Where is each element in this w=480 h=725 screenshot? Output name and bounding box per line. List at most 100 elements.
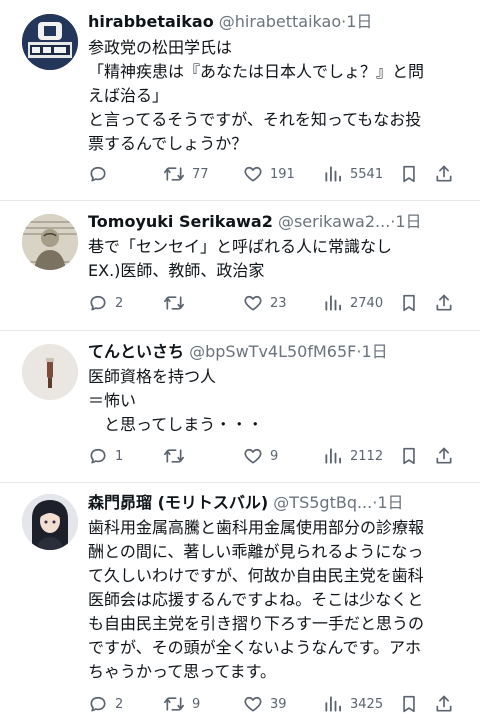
retweet-button[interactable]: 9: [163, 692, 200, 716]
share-icon: [436, 447, 452, 464]
user-handle[interactable]: @serikawa2...: [278, 212, 390, 231]
share-icon: [436, 695, 452, 712]
view-count: 3425: [350, 696, 384, 712]
action-bar: 2 23 2740: [88, 291, 463, 315]
retweet-button[interactable]: [163, 291, 192, 315]
bookmark-icon: [403, 165, 415, 183]
heart-icon: [244, 696, 262, 712]
bookmark-button[interactable]: [400, 162, 418, 186]
reply-count: 2: [115, 696, 124, 712]
share-icon: [436, 294, 452, 311]
tweet-header: てんといさち @bpSwTv4L50fM65F·1日: [88, 340, 462, 364]
action-bar: 2 9 39 3425: [88, 692, 463, 716]
user-handle[interactable]: @bpSwTv4L50fM65F: [189, 342, 356, 361]
display-name[interactable]: hirabbetaikao: [88, 12, 214, 31]
avatar[interactable]: [22, 214, 78, 270]
text-line: ですが、その頭が全くないようなんです。アホ: [88, 638, 421, 657]
views-button[interactable]: 2112: [323, 444, 383, 468]
text-line: 酬との間に、著しい乖離が見られるようになっ: [88, 542, 424, 561]
tweet-header: 森門昴瑠 (モリトスバル) @TS5gtBq...·1日: [88, 491, 462, 515]
display-name[interactable]: Tomoyuki Serikawa2: [88, 212, 273, 231]
tweet-text: 参政党の松田学氏は 「精神疾患は『あなたは日本人でしょ？』と問 えば治る」 と言…: [88, 36, 466, 156]
avatar[interactable]: [22, 344, 78, 400]
tweet-text: 歯科用金属高騰と歯科用金属使用部分の診療報 酬との間に、著しい乖離が見られるよう…: [88, 516, 466, 684]
reply-count: 1: [115, 448, 124, 464]
share-button[interactable]: [434, 692, 454, 716]
reply-button[interactable]: 2: [88, 692, 123, 716]
bookmark-button[interactable]: [400, 291, 418, 315]
like-button[interactable]: 39: [243, 692, 287, 716]
like-button[interactable]: 9: [243, 444, 278, 468]
timestamp[interactable]: 1日: [346, 12, 372, 31]
user-handle[interactable]: @TS5gtBq...: [273, 493, 372, 512]
text-line: 歯科用金属高騰と歯科用金属使用部分の診療報: [88, 518, 425, 537]
bookmark-icon: [403, 695, 415, 713]
timestamp[interactable]: 1日: [361, 342, 387, 361]
text-line: も自由民主党を引き摺り下ろす一手だと思うの: [88, 614, 425, 633]
text-line: えば治る」: [88, 86, 169, 105]
retweet-icon: [163, 697, 184, 711]
like-button[interactable]: 191: [243, 162, 295, 186]
user-handle[interactable]: @hirabettaikao: [219, 12, 341, 31]
reply-button[interactable]: 1: [88, 444, 123, 468]
view-count: 2112: [350, 448, 384, 464]
text-line: て久しいわけですが、何故か自由民主党を歯科: [88, 566, 424, 585]
display-name[interactable]: 森門昴瑠 (モリトスバル): [88, 493, 268, 512]
text-line: 医師会は応援するんですよね。そこは少なくと: [88, 590, 424, 609]
retweet-count: 9: [192, 696, 201, 712]
views-icon: [325, 448, 341, 464]
timeline-feed: hirabbetaikao @hirabettaikao·1日 参政党の松田学氏…: [0, 0, 480, 725]
bookmark-button[interactable]: [400, 692, 418, 716]
text-line: EX.)医師、教師、政治家: [88, 261, 265, 280]
views-button[interactable]: 3425: [323, 692, 383, 716]
like-button[interactable]: 23: [243, 291, 287, 315]
views-button[interactable]: 5541: [323, 162, 383, 186]
bookmark-button[interactable]: [400, 444, 418, 468]
retweet-button[interactable]: 77: [163, 162, 209, 186]
views-icon: [325, 295, 341, 311]
heart-icon: [244, 166, 262, 182]
reply-icon: [90, 295, 106, 311]
text-line: ちゃうかって思ってます。: [88, 662, 277, 681]
retweet-icon: [163, 167, 184, 181]
timestamp[interactable]: 1日: [395, 212, 421, 231]
retweet-icon: [163, 296, 184, 310]
tweet[interactable]: Tomoyuki Serikawa2 @serikawa2...·1日 巷で「セ…: [0, 201, 480, 330]
avatar[interactable]: [22, 14, 78, 70]
like-count: 9: [270, 448, 279, 464]
text-line: 「精神疾患は『あなたは日本人でしょ？』と問: [88, 62, 425, 81]
reply-count: 2: [115, 295, 124, 311]
view-count: 5541: [350, 166, 384, 182]
bookmark-icon: [403, 294, 415, 312]
tweet[interactable]: てんといさち @bpSwTv4L50fM65F·1日 医師資格を持つ人 ＝怖い …: [0, 331, 480, 482]
text-line: 医師資格を持つ人: [88, 367, 217, 386]
tweet[interactable]: 森門昴瑠 (モリトスバル) @TS5gtBq...·1日 歯科用金属高騰と歯科用…: [0, 483, 480, 725]
share-button[interactable]: [434, 444, 454, 468]
views-icon: [325, 696, 341, 712]
share-button[interactable]: [434, 162, 454, 186]
views-button[interactable]: 2740: [323, 291, 383, 315]
action-bar: 1 9 2112: [88, 444, 463, 468]
action-bar: 77 191 5541: [88, 162, 463, 186]
view-count: 2740: [350, 295, 384, 311]
avatar[interactable]: [22, 494, 78, 550]
reply-button[interactable]: 2: [88, 291, 123, 315]
like-count: 191: [270, 166, 295, 182]
timestamp[interactable]: 1日: [377, 493, 403, 512]
tweet-header: Tomoyuki Serikawa2 @serikawa2...·1日: [88, 210, 462, 234]
reply-icon: [90, 448, 106, 464]
share-button[interactable]: [434, 291, 454, 315]
text-line: 参政党の松田学氏は: [88, 38, 233, 57]
text-line: ＝怖い: [88, 391, 137, 410]
tweet-header: hirabbetaikao @hirabettaikao·1日: [88, 10, 462, 34]
reply-icon: [90, 166, 106, 182]
heart-icon: [244, 448, 262, 464]
share-icon: [436, 165, 452, 182]
display-name[interactable]: てんといさち: [88, 342, 184, 361]
tweet[interactable]: hirabbetaikao @hirabettaikao·1日 参政党の松田学氏…: [0, 0, 480, 200]
retweet-button[interactable]: [163, 444, 192, 468]
text-line: と言ってるそうですが、それを知ってもなお投: [88, 110, 422, 129]
tweet-text: 医師資格を持つ人 ＝怖い と思ってしまう・・・: [88, 365, 466, 437]
reply-button[interactable]: [88, 162, 115, 186]
reply-icon: [90, 696, 106, 712]
